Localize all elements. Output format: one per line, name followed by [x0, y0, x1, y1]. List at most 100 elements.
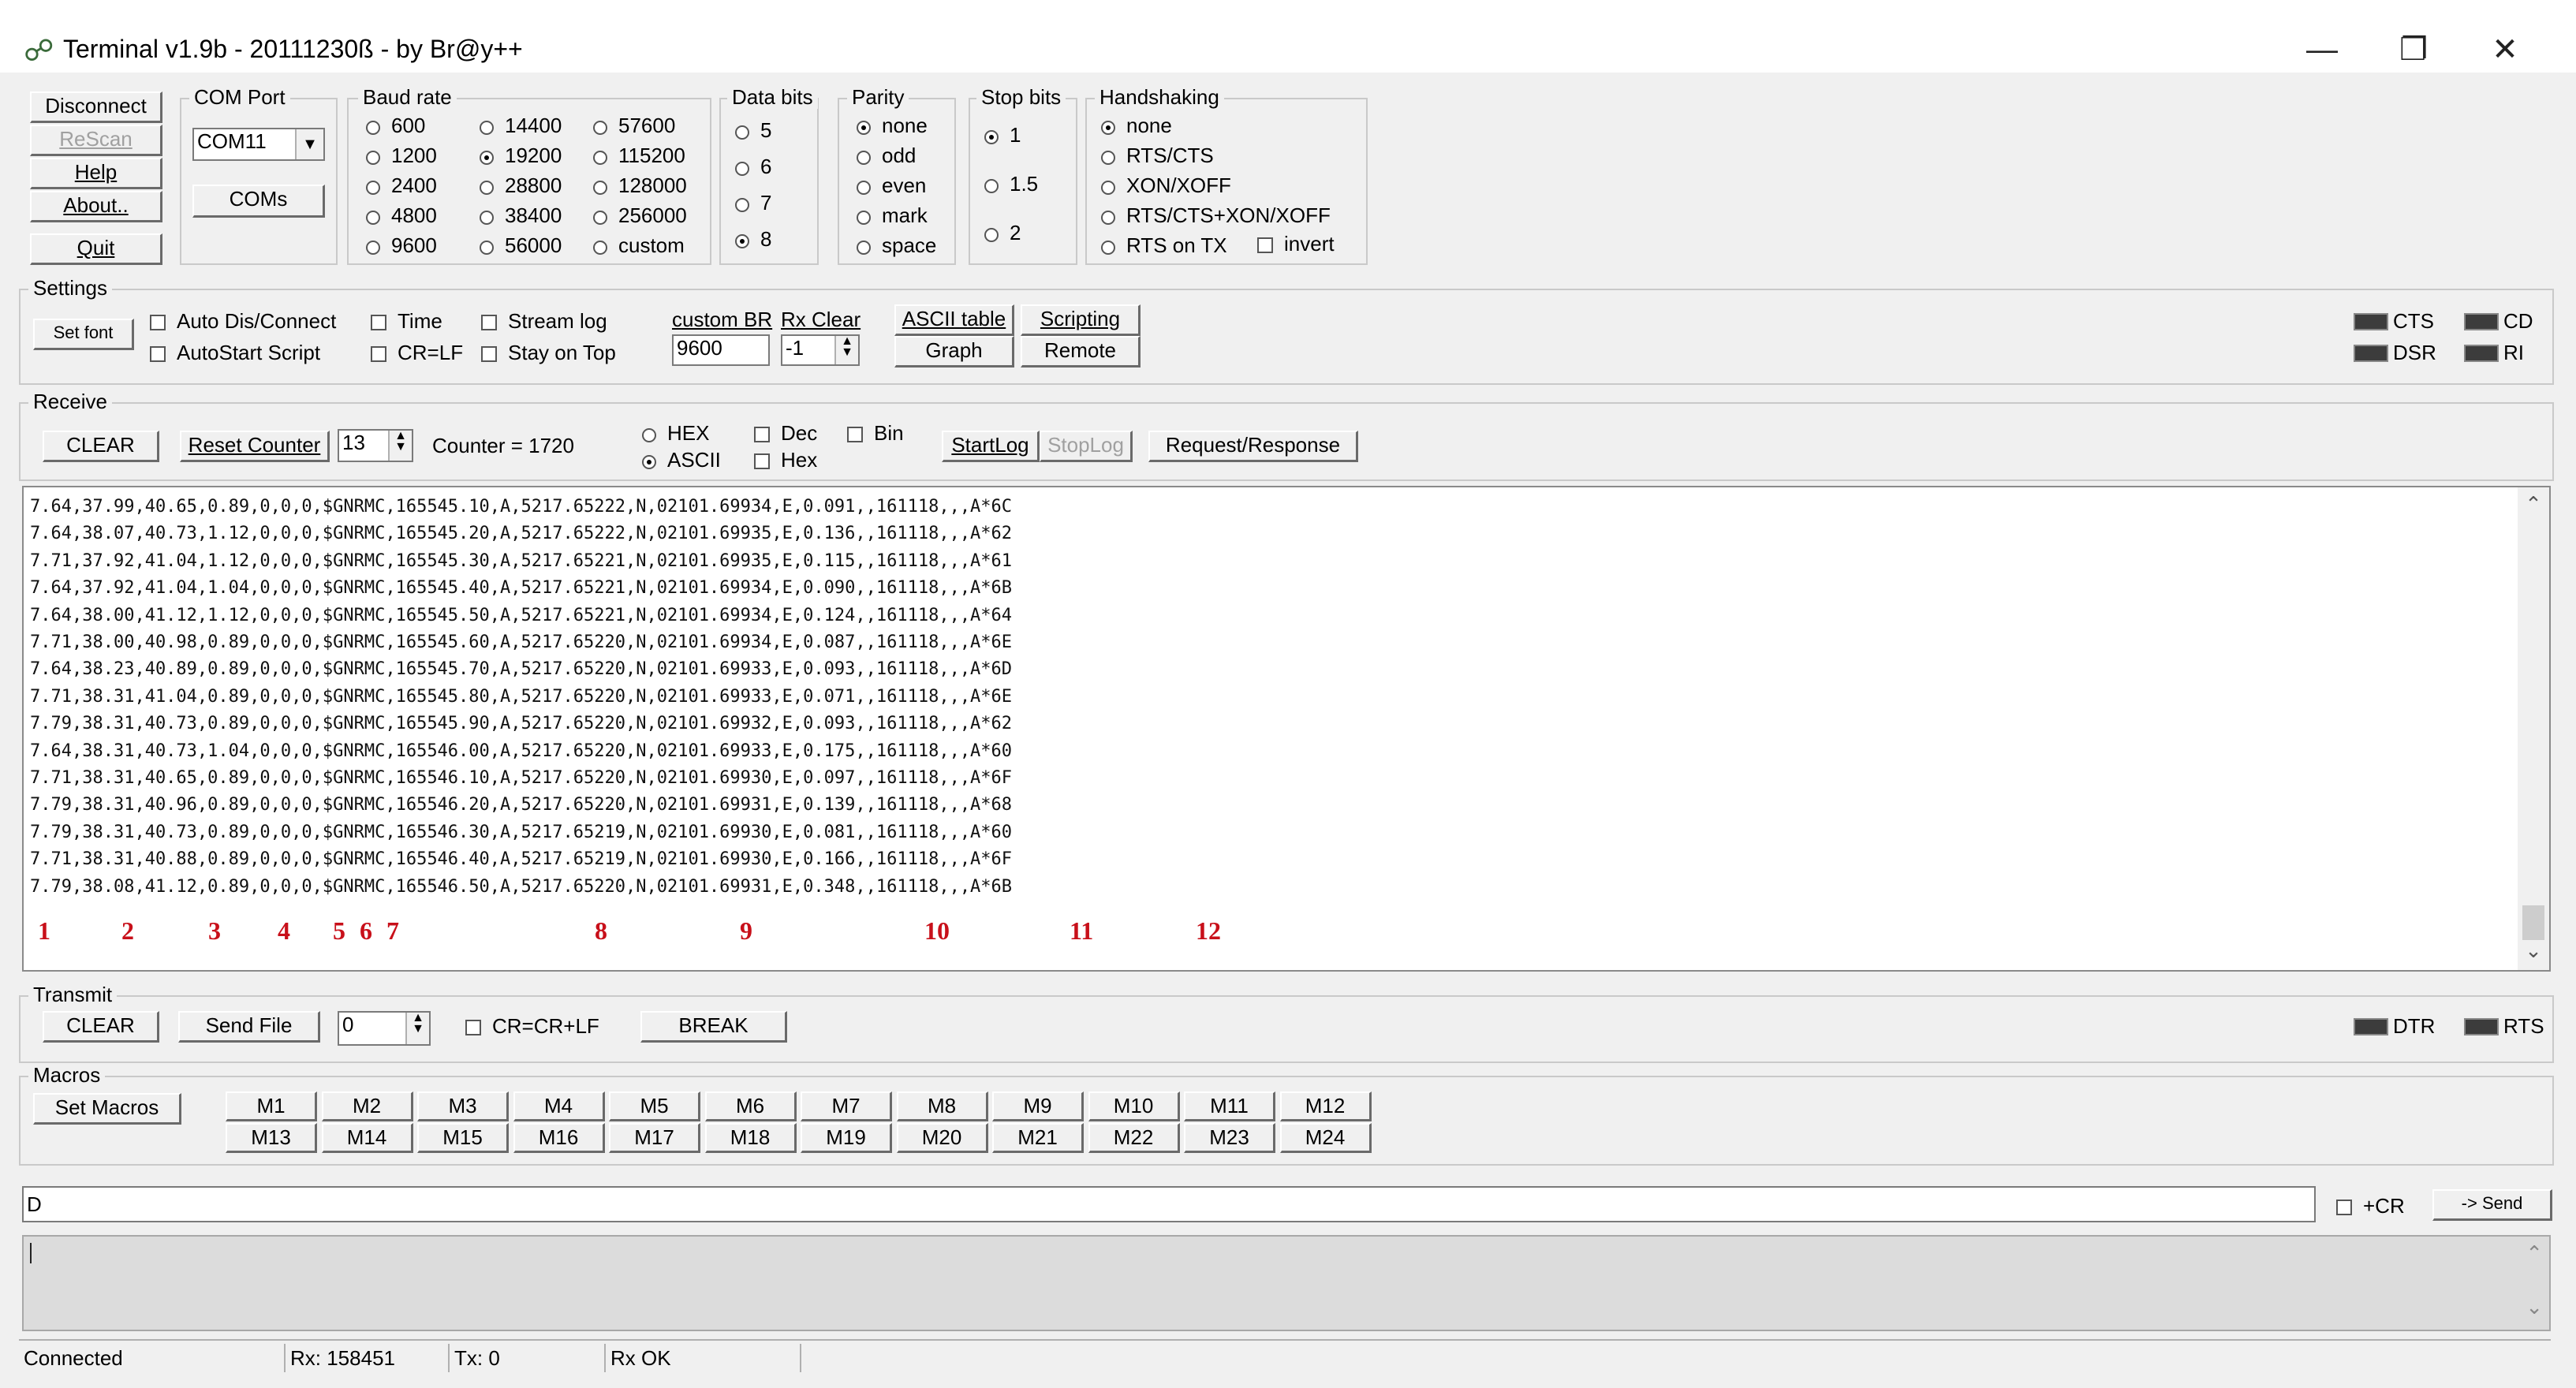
- baud-600-radio[interactable]: 600: [366, 114, 425, 137]
- macro-m15-button[interactable]: M15: [417, 1123, 509, 1153]
- transmit-history[interactable]: ⌃ ⌄: [22, 1235, 2551, 1331]
- custom-br-input[interactable]: 9600: [672, 334, 770, 366]
- macro-m16-button[interactable]: M16: [513, 1123, 605, 1153]
- macro-m21-button[interactable]: M21: [992, 1123, 1084, 1153]
- data-bits-6-radio[interactable]: 6: [735, 155, 771, 178]
- baud-56000-radio[interactable]: 56000: [480, 233, 562, 257]
- chevron-down-icon[interactable]: ▼: [295, 129, 323, 159]
- help-button[interactable]: Help: [30, 158, 162, 189]
- macro-m20-button[interactable]: M20: [896, 1123, 988, 1153]
- cr-lf-checkbox[interactable]: CR=LF: [371, 341, 463, 364]
- parity-mark-radio[interactable]: mark: [857, 203, 928, 227]
- baud-38400-radio[interactable]: 38400: [480, 203, 562, 227]
- hex-radio[interactable]: HEX: [642, 421, 709, 445]
- stop-log-button[interactable]: StopLog: [1040, 431, 1133, 462]
- macro-m23-button[interactable]: M23: [1184, 1123, 1275, 1153]
- macro-m24-button[interactable]: M24: [1279, 1123, 1372, 1153]
- stay-on-top-checkbox[interactable]: Stay on Top: [481, 341, 616, 364]
- counter-spinner[interactable]: 13 ▲ ▼: [338, 429, 413, 462]
- coms-button[interactable]: COMs: [192, 185, 325, 218]
- auto-dis-connect-checkbox[interactable]: Auto Dis/Connect: [150, 309, 336, 333]
- hex-checkbox[interactable]: Hex: [754, 448, 817, 472]
- send-file-button[interactable]: Send File: [178, 1011, 320, 1043]
- baud-115200-radio[interactable]: 115200: [593, 144, 685, 167]
- handshake-xon-xoff-radio[interactable]: XON/XOFF: [1101, 174, 1231, 197]
- parity-none-radio[interactable]: none: [857, 114, 928, 137]
- baud-14400-radio[interactable]: 14400: [480, 114, 562, 137]
- restore-icon[interactable]: ❐: [2382, 30, 2445, 69]
- stop-bits-2-radio[interactable]: 2: [984, 221, 1021, 244]
- parity-space-radio[interactable]: space: [857, 233, 936, 257]
- spinner-arrows-icon[interactable]: ▲ ▼: [388, 431, 412, 461]
- break-button[interactable]: BREAK: [640, 1011, 787, 1043]
- macro-m10-button[interactable]: M10: [1088, 1091, 1180, 1121]
- macro-m3-button[interactable]: M3: [417, 1091, 509, 1121]
- transmit-clear-button[interactable]: CLEAR: [43, 1011, 159, 1043]
- macro-m19-button[interactable]: M19: [801, 1123, 892, 1153]
- macro-m1-button[interactable]: M1: [226, 1091, 317, 1121]
- macro-m7-button[interactable]: M7: [801, 1091, 892, 1121]
- send-button[interactable]: -> Send: [2432, 1189, 2552, 1221]
- ascii-radio[interactable]: ASCII: [642, 448, 721, 472]
- about-button[interactable]: About..: [30, 191, 162, 222]
- receive-scrollbar[interactable]: ⌃ ⌄: [2518, 487, 2549, 970]
- reset-counter-button[interactable]: Reset Counter: [180, 431, 330, 462]
- baud-2400-radio[interactable]: 2400: [366, 174, 437, 197]
- macro-m13-button[interactable]: M13: [226, 1123, 317, 1153]
- scroll-down-icon[interactable]: ⌄: [2518, 938, 2549, 963]
- spinner-arrows-icon[interactable]: ▲ ▼: [834, 336, 858, 364]
- time-checkbox[interactable]: Time: [371, 309, 442, 333]
- parity-odd-radio[interactable]: odd: [857, 144, 916, 167]
- handshake-none-radio[interactable]: none: [1101, 114, 1172, 137]
- baud-4800-radio[interactable]: 4800: [366, 203, 437, 227]
- baud-custom-radio[interactable]: custom: [593, 233, 685, 257]
- receive-output[interactable]: 7.64,37.99,40.65,0.89,0,0,0,$GNRMC,16554…: [22, 486, 2551, 972]
- data-bits-5-radio[interactable]: 5: [735, 118, 771, 142]
- data-bits-7-radio[interactable]: 7: [735, 191, 771, 215]
- stream-log-checkbox[interactable]: Stream log: [481, 309, 607, 333]
- quit-button[interactable]: Quit: [30, 233, 162, 265]
- macro-m6-button[interactable]: M6: [704, 1091, 797, 1121]
- bin-checkbox[interactable]: Bin: [847, 421, 904, 445]
- receive-clear-button[interactable]: CLEAR: [43, 431, 159, 462]
- macro-m9-button[interactable]: M9: [992, 1091, 1084, 1121]
- baud-28800-radio[interactable]: 28800: [480, 174, 562, 197]
- baud-19200-radio[interactable]: 19200: [480, 144, 562, 167]
- transmit-spinner[interactable]: 0 ▲ ▼: [338, 1011, 431, 1046]
- rescan-button[interactable]: ReScan: [30, 125, 162, 156]
- baud-128000-radio[interactable]: 128000: [593, 174, 687, 197]
- close-icon[interactable]: ✕: [2473, 30, 2537, 69]
- request-response-button[interactable]: Request/Response: [1148, 431, 1358, 462]
- ascii-table-button[interactable]: ASCII table: [894, 304, 1014, 336]
- minimize-icon[interactable]: —: [2290, 30, 2354, 69]
- handshake-rts-on-tx-radio[interactable]: RTS on TX: [1101, 233, 1227, 257]
- macro-m5-button[interactable]: M5: [609, 1091, 700, 1121]
- macro-m11-button[interactable]: M11: [1184, 1091, 1275, 1121]
- start-log-button[interactable]: StartLog: [942, 431, 1040, 462]
- set-macros-button[interactable]: Set Macros: [33, 1093, 181, 1125]
- scripting-button[interactable]: Scripting: [1021, 304, 1141, 336]
- set-font-button[interactable]: Set font: [33, 319, 134, 350]
- scroll-down-icon[interactable]: ⌄: [2526, 1295, 2543, 1319]
- invert-checkbox[interactable]: invert: [1257, 232, 1335, 256]
- macro-m18-button[interactable]: M18: [704, 1123, 797, 1153]
- spinner-arrows-icon[interactable]: ▲ ▼: [405, 1013, 429, 1044]
- macro-m17-button[interactable]: M17: [609, 1123, 700, 1153]
- send-input[interactable]: D: [22, 1186, 2316, 1222]
- autostart-script-checkbox[interactable]: AutoStart Script: [150, 341, 320, 364]
- macro-m8-button[interactable]: M8: [896, 1091, 988, 1121]
- macro-m14-button[interactable]: M14: [321, 1123, 413, 1153]
- scroll-thumb[interactable]: [2522, 905, 2544, 940]
- disconnect-button[interactable]: Disconnect: [30, 91, 162, 123]
- macro-m2-button[interactable]: M2: [321, 1091, 413, 1121]
- baud-1200-radio[interactable]: 1200: [366, 144, 437, 167]
- dec-checkbox[interactable]: Dec: [754, 421, 817, 445]
- rx-clear-spinner[interactable]: -1 ▲ ▼: [781, 334, 860, 366]
- macro-m12-button[interactable]: M12: [1279, 1091, 1372, 1121]
- handshake-rts-cts-radio[interactable]: RTS/CTS: [1101, 144, 1214, 167]
- cr-crlf-checkbox[interactable]: CR=CR+LF: [465, 1014, 599, 1038]
- scroll-up-icon[interactable]: ⌃: [2518, 492, 2549, 517]
- scroll-up-icon[interactable]: ⌃: [2526, 1241, 2543, 1266]
- handshake-rts-cts-xon-xoff-radio[interactable]: RTS/CTS+XON/XOFF: [1101, 203, 1331, 227]
- graph-button[interactable]: Graph: [894, 336, 1014, 368]
